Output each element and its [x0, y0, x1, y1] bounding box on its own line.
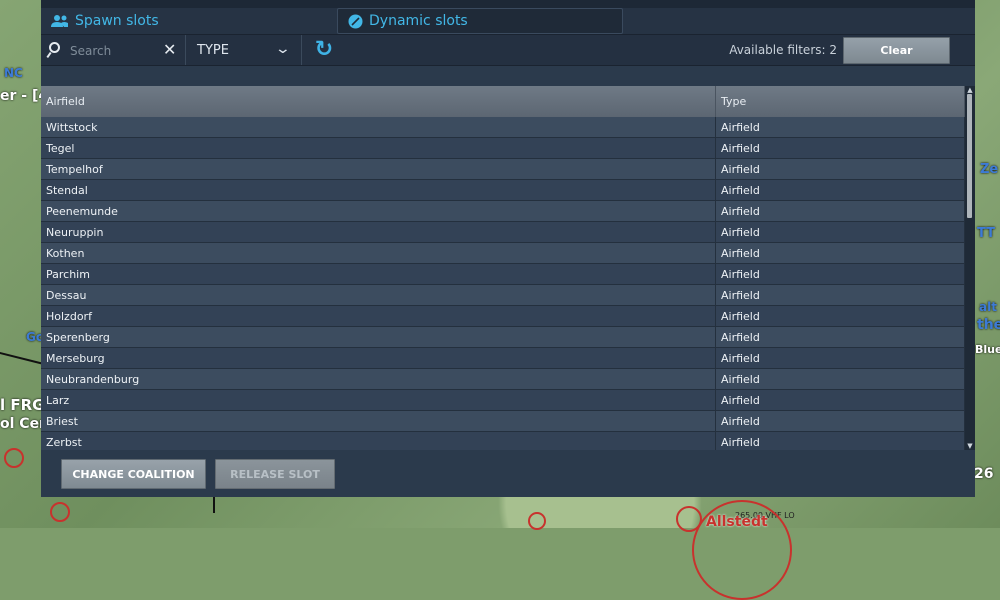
- cell-airfield-name: Neubrandenburg: [41, 368, 716, 390]
- table-row[interactable]: Neubrandenburg Airfield: [41, 368, 965, 390]
- airfield-table: Airfield Type Wittstock Airfield Tegel Airf…: [41, 86, 975, 450]
- type-filter-label: TYPE: [197, 43, 229, 58]
- scroll-down-arrow-icon[interactable]: ▼: [965, 442, 975, 450]
- tab-dynamic-label: Dynamic slots: [369, 13, 468, 29]
- cell-airfield-name: Tegel: [41, 137, 716, 159]
- search-box: ✕: [41, 35, 186, 65]
- cell-airfield-name: Zerbst: [41, 431, 716, 450]
- filter-bar: ✕ TYPE ⌄ ↻ Available filters: 2 Clear: [41, 34, 975, 66]
- cell-airfield-name: Briest: [41, 410, 716, 432]
- search-icon: [49, 42, 60, 53]
- table-row[interactable]: Tempelhof Airfield: [41, 158, 965, 180]
- table-header-row: Airfield Type: [41, 86, 965, 117]
- action-footer: CHANGE COALITION RELEASE SLOT: [41, 450, 975, 497]
- table-row[interactable]: Zerbst Airfield: [41, 431, 965, 450]
- cell-type: Airfield: [715, 200, 965, 222]
- table-row[interactable]: Sperenberg Airfield: [41, 326, 965, 348]
- table-row[interactable]: Merseburg Airfield: [41, 347, 965, 369]
- map-label: Blue: [975, 343, 1000, 356]
- scrollbar[interactable]: ▲ ▼: [965, 86, 975, 450]
- cell-type: Airfield: [715, 431, 965, 450]
- table-body: Wittstock Airfield Tegel Airfield Tempelhof A…: [41, 117, 965, 450]
- search-input[interactable]: [68, 40, 162, 62]
- table-row[interactable]: Larz Airfield: [41, 389, 965, 411]
- tab-bar: Spawn slots Dynamic slots: [41, 8, 975, 34]
- cell-airfield-name: Kothen: [41, 242, 716, 264]
- cell-airfield-name: Wittstock: [41, 117, 716, 138]
- cell-airfield-name: Stendal: [41, 179, 716, 201]
- cell-type: Airfield: [715, 305, 965, 327]
- table-row[interactable]: Peenemunde Airfield: [41, 200, 965, 222]
- cell-type: Airfield: [715, 284, 965, 306]
- leaf-icon: [348, 14, 363, 28]
- cell-airfield-name: Larz: [41, 389, 716, 411]
- cell-type: Airfield: [715, 263, 965, 285]
- slot-panel: Spawn slots Dynamic slots ✕ TYPE ⌄ ↻ Ava…: [41, 0, 975, 497]
- cell-airfield-name: Sperenberg: [41, 326, 716, 348]
- cell-airfield-name: Parchim: [41, 263, 716, 285]
- panel-top-strip: [41, 0, 975, 8]
- map-road: [213, 497, 215, 513]
- cell-type: Airfield: [715, 368, 965, 390]
- cell-airfield-name: Tempelhof: [41, 158, 716, 180]
- tab-dynamic-slots[interactable]: Dynamic slots: [337, 8, 623, 34]
- table-row[interactable]: Holzdorf Airfield: [41, 305, 965, 327]
- map-label: 26: [974, 466, 994, 482]
- column-header-type[interactable]: Type: [715, 86, 965, 117]
- scroll-up-arrow-icon[interactable]: ▲: [965, 86, 975, 94]
- airfield-marker: [4, 448, 24, 468]
- map-label: alt: [979, 300, 997, 314]
- column-header-airfield[interactable]: Airfield: [41, 86, 716, 117]
- type-filter-select[interactable]: TYPE ⌄: [185, 35, 302, 65]
- cell-airfield-name: Holzdorf: [41, 305, 716, 327]
- clear-filters-button[interactable]: Clear: [843, 37, 950, 64]
- scrollbar-thumb[interactable]: [967, 94, 972, 218]
- cell-type: Airfield: [715, 347, 965, 369]
- table-row[interactable]: Kothen Airfield: [41, 242, 965, 264]
- cell-type: Airfield: [715, 179, 965, 201]
- table-row[interactable]: Dessau Airfield: [41, 284, 965, 306]
- map-label: the: [977, 317, 1000, 333]
- tab-spawn-label: Spawn slots: [75, 13, 159, 29]
- cell-type: Airfield: [715, 242, 965, 264]
- cell-type: Airfield: [715, 221, 965, 243]
- table-row[interactable]: Tegel Airfield: [41, 137, 965, 159]
- range-ring: [692, 500, 792, 600]
- map-label: TT: [977, 226, 996, 241]
- cell-airfield-name: Neuruppin: [41, 221, 716, 243]
- tab-spawn-slots[interactable]: Spawn slots: [41, 8, 331, 34]
- available-filters-text: Available filters: 2: [729, 43, 837, 57]
- cell-airfield-name: Dessau: [41, 284, 716, 306]
- table-row[interactable]: Briest Airfield: [41, 410, 965, 432]
- cell-airfield-name: Merseburg: [41, 347, 716, 369]
- table-row[interactable]: Stendal Airfield: [41, 179, 965, 201]
- airfield-marker: [528, 512, 546, 530]
- refresh-icon[interactable]: ↻: [311, 37, 337, 63]
- chevron-down-icon: ⌄: [274, 41, 292, 57]
- cell-type: Airfield: [715, 326, 965, 348]
- map-label: l FRG: [0, 396, 45, 414]
- users-icon: [51, 15, 68, 27]
- map-label: Ze: [980, 162, 999, 177]
- cell-type: Airfield: [715, 410, 965, 432]
- table-row[interactable]: Parchim Airfield: [41, 263, 965, 285]
- map-label: NC: [4, 66, 23, 80]
- map-road: [0, 352, 43, 365]
- close-icon[interactable]: ✕: [163, 40, 176, 59]
- change-coalition-button[interactable]: CHANGE COALITION: [61, 459, 206, 489]
- table-row[interactable]: Wittstock Airfield: [41, 117, 965, 138]
- airfield-marker: [50, 502, 70, 522]
- release-slot-button[interactable]: RELEASE SLOT: [215, 459, 335, 489]
- cell-airfield-name: Peenemunde: [41, 200, 716, 222]
- cell-type: Airfield: [715, 117, 965, 138]
- cell-type: Airfield: [715, 158, 965, 180]
- cell-type: Airfield: [715, 389, 965, 411]
- cell-type: Airfield: [715, 137, 965, 159]
- table-row[interactable]: Neuruppin Airfield: [41, 221, 965, 243]
